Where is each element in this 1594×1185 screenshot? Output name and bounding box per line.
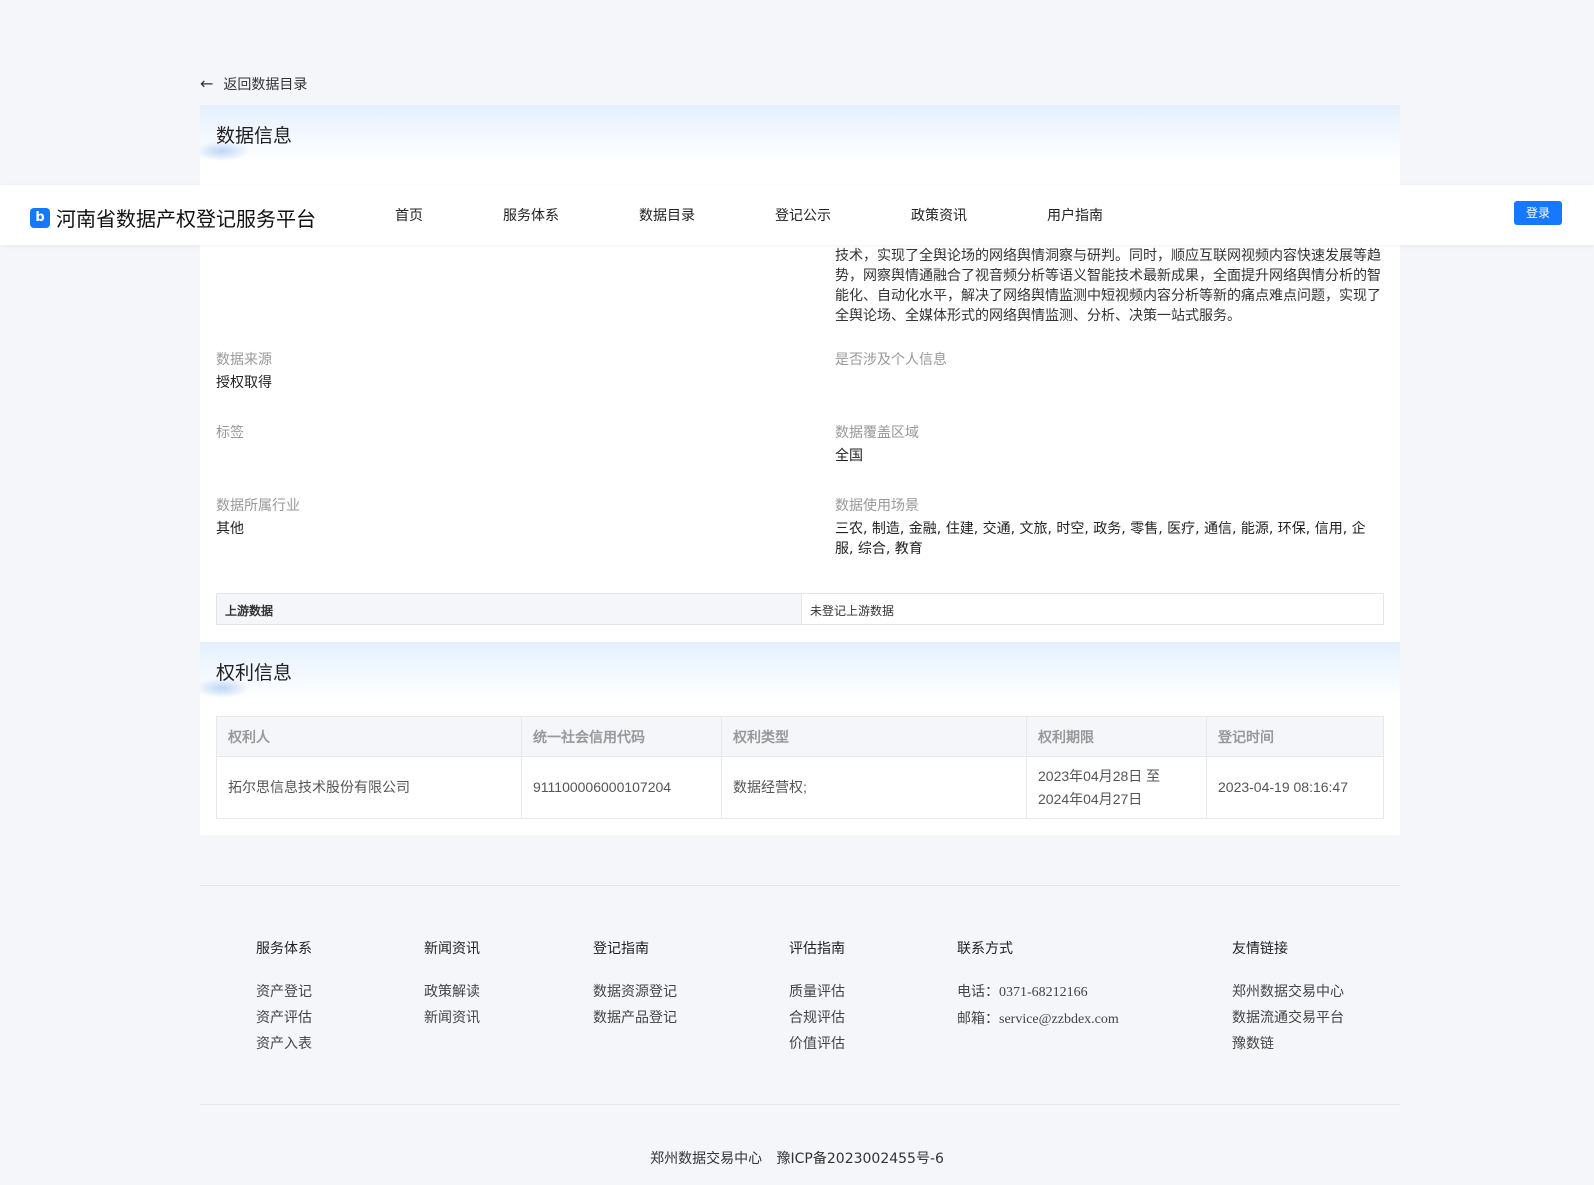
upstream-label: 上游数据 bbox=[217, 594, 802, 624]
cell-holder: 拓尔思信息技术股份有限公司 bbox=[216, 756, 522, 819]
site-logo[interactable]: b 河南省数据产权登记服务平台 bbox=[30, 203, 316, 232]
column-header-registered: 登记时间 bbox=[1206, 716, 1384, 757]
rights-table: 权利人 统一社会信用代码 权利类型 权利期限 登记时间 拓尔思信息技术股份有限公… bbox=[216, 716, 1384, 819]
rights-info-title: 权利信息 bbox=[216, 662, 293, 684]
description-line: 技术，实现了全舆论场的网络舆情洞察与研判。同时，顺应互联网视频内容快速发展等趋 bbox=[835, 248, 1381, 264]
industry-label: 数据所属行业 bbox=[216, 498, 300, 514]
cell-credit-code: 911100006000107204 bbox=[521, 756, 722, 819]
personal-info-label: 是否涉及个人信息 bbox=[835, 352, 947, 368]
nav-registration-notice[interactable]: 登记公示 bbox=[775, 205, 831, 225]
copyright-bar: 郑州数据交易中心 豫ICP备2023002455号-6 bbox=[0, 1148, 1594, 1168]
footer-link[interactable]: 资产登记 bbox=[256, 979, 312, 1005]
footer-link[interactable]: 新闻资讯 bbox=[424, 1005, 480, 1031]
period-start: 2023年04月28日 至 bbox=[1038, 767, 1161, 784]
back-to-catalog-link[interactable]: ← 返回数据目录 bbox=[200, 74, 307, 94]
column-header-credit-code: 统一社会信用代码 bbox=[521, 716, 722, 757]
footer-link[interactable]: 合规评估 bbox=[789, 1005, 845, 1031]
tags-label: 标签 bbox=[216, 425, 244, 441]
footer-link[interactable]: 郑州数据交易中心 bbox=[1232, 979, 1344, 1005]
footer-col-registration-guide: 登记指南 数据资源登记 数据产品登记 bbox=[593, 938, 677, 1031]
period-end: 2024年04月27日 bbox=[1038, 790, 1143, 807]
nav-user-guide[interactable]: 用户指南 bbox=[1047, 205, 1103, 225]
coverage-value: 全国 bbox=[835, 448, 863, 464]
nav-data-catalog[interactable]: 数据目录 bbox=[639, 205, 695, 225]
icp-number[interactable]: 豫ICP备2023002455号-6 bbox=[777, 1151, 944, 1167]
description-line: 势，网察舆情通融合了视音频分析等语义智能技术最新成果，全面提升网络舆情分析的智 bbox=[835, 268, 1381, 284]
footer-col-evaluation-guide: 评估指南 质量评估 合规评估 价值评估 bbox=[789, 938, 845, 1057]
phone-number: 0371-68212166 bbox=[999, 985, 1088, 1000]
footer-link[interactable]: 数据流通交易平台 bbox=[1232, 1005, 1344, 1031]
footer-col-service: 服务体系 资产登记 资产评估 资产入表 bbox=[256, 938, 312, 1057]
data-description: 技术，实现了全舆论场的网络舆情洞察与研判。同时，顺应互联网视频内容快速发展等趋 … bbox=[835, 246, 1383, 326]
column-header-holder: 权利人 bbox=[216, 716, 522, 757]
source-label: 数据来源 bbox=[216, 352, 272, 368]
footer-divider-top bbox=[200, 885, 1400, 886]
footer-link[interactable]: 质量评估 bbox=[789, 979, 845, 1005]
footer-link[interactable]: 豫数链 bbox=[1232, 1031, 1344, 1057]
description-line: 能化、自动化水平，解决了网络舆情监测中短视频内容分析等新的痛点难点问题，实现了 bbox=[835, 288, 1381, 304]
email-label: 邮箱： bbox=[957, 1011, 999, 1027]
footer-link[interactable]: 数据产品登记 bbox=[593, 1005, 677, 1031]
industry-value: 其他 bbox=[216, 521, 244, 537]
scenario-value: 三农, 制造, 金融, 住建, 交通, 文旅, 时空, 政务, 零售, 医疗, … bbox=[835, 521, 1366, 557]
description-line: 全舆论场、全媒体形式的网络舆情监测、分析、决策一站式服务。 bbox=[835, 308, 1241, 324]
phone-label: 电话： bbox=[957, 984, 999, 1000]
rights-info-header: 权利信息 bbox=[200, 642, 1400, 700]
arrow-left-icon: ← bbox=[200, 74, 214, 93]
footer-col-news: 新闻资讯 政策解读 新闻资讯 bbox=[424, 938, 480, 1031]
scenario-label: 数据使用场景 bbox=[835, 498, 919, 514]
upstream-data-table: 上游数据 未登记上游数据 bbox=[216, 593, 1384, 625]
nav-service-system[interactable]: 服务体系 bbox=[503, 205, 559, 225]
data-info-header: 数据信息 bbox=[200, 105, 1400, 163]
copyright-org: 郑州数据交易中心 bbox=[650, 1151, 763, 1167]
column-header-right-type: 权利类型 bbox=[721, 716, 1027, 757]
table-header-row: 权利人 统一社会信用代码 权利类型 权利期限 登记时间 bbox=[216, 716, 1384, 757]
upstream-value: 未登记上游数据 bbox=[810, 604, 895, 618]
contact-email: 邮箱：service@zzbdex.com bbox=[957, 1006, 1119, 1033]
cell-registered: 2023-04-19 08:16:47 bbox=[1206, 756, 1384, 819]
footer-col-title: 联系方式 bbox=[957, 941, 1013, 957]
footer-col-contact: 联系方式 电话：0371-68212166 邮箱：service@zzbdex.… bbox=[957, 938, 1119, 1033]
nav-home[interactable]: 首页 bbox=[395, 205, 423, 225]
footer-col-title: 评估指南 bbox=[789, 941, 845, 957]
cell-period: 2023年04月28日 至 2024年04月27日 bbox=[1026, 756, 1207, 819]
cell-right-type: 数据经营权; bbox=[721, 756, 1027, 819]
back-link-label: 返回数据目录 bbox=[223, 77, 308, 93]
column-header-period: 权利期限 bbox=[1026, 716, 1207, 757]
table-row: 拓尔思信息技术股份有限公司 911100006000107204 数据经营权; … bbox=[216, 756, 1384, 819]
coverage-label: 数据覆盖区域 bbox=[835, 425, 919, 441]
footer-col-friend-links: 友情链接 郑州数据交易中心 数据流通交易平台 豫数链 bbox=[1232, 938, 1344, 1057]
email-address: service@zzbdex.com bbox=[999, 1012, 1119, 1027]
footer-col-title: 服务体系 bbox=[256, 941, 312, 957]
top-navbar: b 河南省数据产权登记服务平台 首页 服务体系 数据目录 登记公示 政策资讯 用… bbox=[0, 185, 1594, 245]
logo-icon: b bbox=[30, 207, 50, 228]
contact-phone: 电话：0371-68212166 bbox=[957, 979, 1119, 1006]
footer-link[interactable]: 政策解读 bbox=[424, 979, 480, 1005]
footer-link[interactable]: 资产评估 bbox=[256, 1005, 312, 1031]
source-value: 授权取得 bbox=[216, 375, 272, 391]
footer-col-title: 新闻资讯 bbox=[424, 941, 480, 957]
footer-col-title: 友情链接 bbox=[1232, 941, 1288, 957]
footer-divider-bottom bbox=[200, 1104, 1400, 1105]
data-info-title: 数据信息 bbox=[216, 125, 293, 147]
nav-policy-news[interactable]: 政策资讯 bbox=[911, 205, 967, 225]
footer-link[interactable]: 资产入表 bbox=[256, 1031, 312, 1057]
footer-link[interactable]: 价值评估 bbox=[789, 1031, 845, 1057]
login-button[interactable]: 登录 bbox=[1514, 201, 1562, 225]
site-name: 河南省数据产权登记服务平台 bbox=[56, 207, 316, 231]
footer-link[interactable]: 数据资源登记 bbox=[593, 979, 677, 1005]
footer-col-title: 登记指南 bbox=[593, 941, 649, 957]
